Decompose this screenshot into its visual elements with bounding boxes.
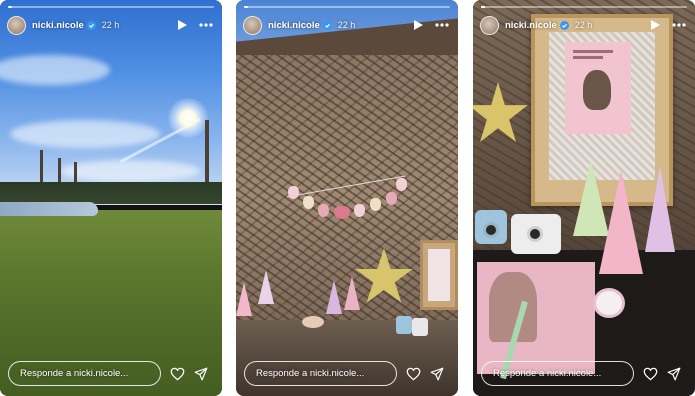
heart-icon[interactable] — [169, 366, 185, 382]
avatar[interactable] — [7, 15, 26, 35]
story-photo-sky-field — [0, 0, 222, 396]
verified-badge-icon — [559, 20, 569, 30]
story-time: 22 h — [574, 20, 593, 30]
verified-badge-icon — [86, 20, 96, 30]
story-progress-fill — [8, 6, 13, 8]
story-photo-party-table — [473, 0, 695, 396]
reply-input[interactable]: Responde a nicki.nicole... — [481, 361, 634, 386]
play-icon[interactable] — [174, 17, 190, 33]
username[interactable]: nicki.nicole — [268, 20, 320, 31]
more-options-icon[interactable] — [434, 17, 450, 33]
story-photo-vine-wall — [236, 0, 458, 396]
story-time: 22 h — [337, 20, 356, 30]
story-panel-3[interactable]: nicki.nicole 22 h Responde a nicki.nicol… — [473, 0, 695, 396]
more-options-icon[interactable] — [671, 17, 687, 33]
story-panel-2[interactable]: nicki.nicole 22 h Responde a nicki.nicol… — [236, 0, 458, 396]
username[interactable]: nicki.nicole — [32, 20, 84, 31]
story-time: 22 h — [101, 20, 120, 30]
story-header: nicki.nicole 22 h — [7, 14, 214, 36]
play-icon[interactable] — [410, 17, 426, 33]
heart-icon[interactable] — [405, 366, 421, 382]
username[interactable]: nicki.nicole — [505, 20, 557, 31]
story-progress-fill — [244, 6, 249, 8]
avatar[interactable] — [243, 15, 262, 35]
story-panel-1[interactable]: nicki.nicole 22 h Responde a nicki.nicol… — [0, 0, 222, 396]
verified-badge-icon — [322, 20, 332, 30]
reply-input[interactable]: Responde a nicki.nicole... — [8, 361, 161, 386]
story-progress-bar — [244, 6, 450, 8]
play-icon[interactable] — [647, 17, 663, 33]
story-progress-fill — [481, 6, 486, 8]
more-options-icon[interactable] — [198, 17, 214, 33]
story-progress-bar — [8, 6, 214, 8]
send-icon[interactable] — [429, 366, 445, 382]
send-icon[interactable] — [193, 366, 209, 382]
heart-icon[interactable] — [642, 366, 658, 382]
reply-input[interactable]: Responde a nicki.nicole... — [244, 361, 397, 386]
story-header: nicki.nicole 22 h — [480, 14, 687, 36]
send-icon[interactable] — [666, 366, 682, 382]
avatar[interactable] — [480, 15, 499, 35]
story-header: nicki.nicole 22 h — [243, 14, 450, 36]
story-progress-bar — [481, 6, 687, 8]
